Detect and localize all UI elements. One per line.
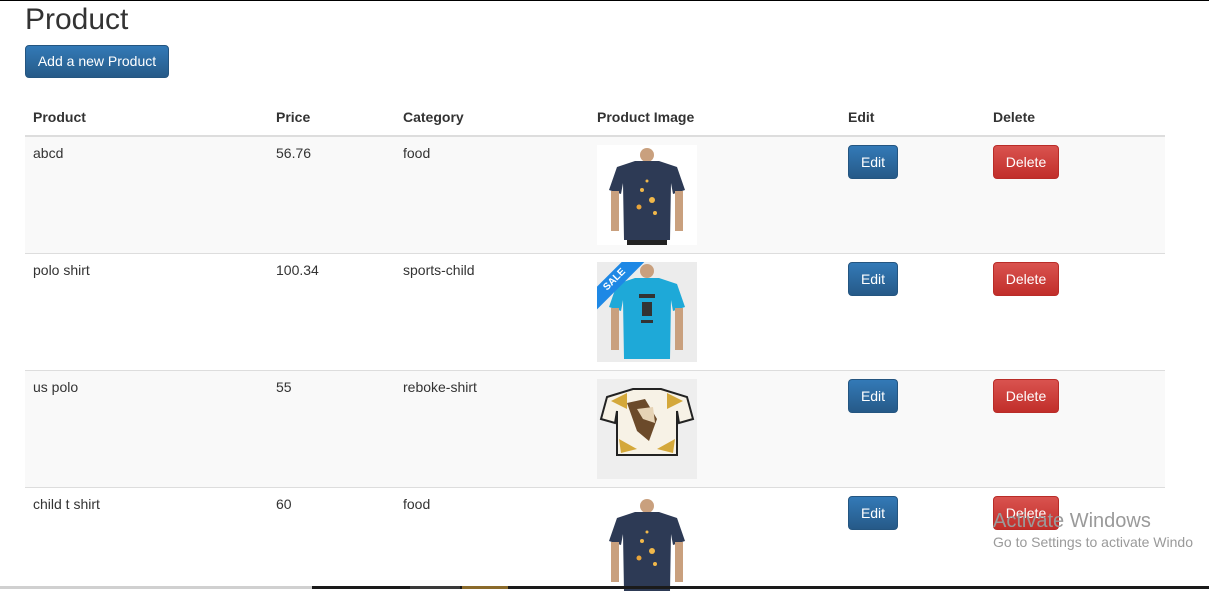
header-delete: Delete [985,100,1165,136]
header-price: Price [268,100,395,136]
delete-button[interactable]: Delete [993,379,1059,413]
header-edit: Edit [840,100,985,136]
navy-tshirt-image [597,496,697,596]
product-category: reboke-shirt [395,371,589,488]
product-price: 100.34 [268,254,395,371]
header-product: Product [25,100,268,136]
edit-button[interactable]: Edit [848,379,898,413]
product-category: sports-child [395,254,589,371]
watermark-title: Activate Windows [993,510,1193,532]
edit-button[interactable]: Edit [848,262,898,296]
header-category: Category [395,100,589,136]
delete-button[interactable]: Delete [993,145,1059,179]
printed-tshirt-image [597,379,697,479]
edit-button[interactable]: Edit [848,496,898,530]
product-price: 56.76 [268,136,395,254]
product-name: abcd [25,136,268,254]
product-name: polo shirt [25,254,268,371]
windows-activation-watermark: Activate Windows Go to Settings to activ… [993,510,1193,552]
window-top-border [0,0,1209,1]
table-header-row: Product Price Category Product Image Edi… [25,100,1165,136]
navy-tshirt-image [597,145,697,245]
table-row: abcd 56.76 food [25,136,1165,254]
product-name: us polo [25,371,268,488]
header-product-image: Product Image [589,100,840,136]
add-product-button[interactable]: Add a new Product [25,45,169,78]
product-price: 55 [268,371,395,488]
table-row: us polo 55 reboke-shirt [25,371,1165,488]
blue-tshirt-image: SALE [597,262,697,362]
watermark-subtitle: Go to Settings to activate Windo [993,532,1193,552]
page-title: Product [25,3,128,37]
edit-button[interactable]: Edit [848,145,898,179]
product-category: food [395,136,589,254]
table-row: polo shirt 100.34 sports-child [25,254,1165,371]
delete-button[interactable]: Delete [993,262,1059,296]
